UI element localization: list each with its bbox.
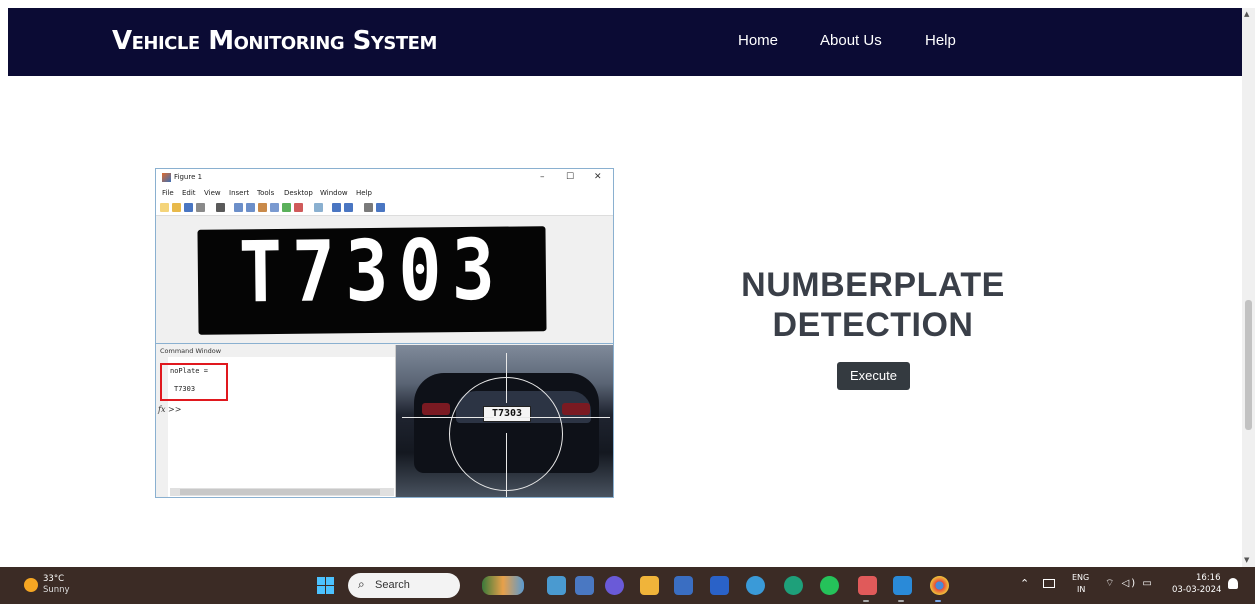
app-icon-2[interactable] bbox=[784, 576, 803, 595]
edge-icon[interactable] bbox=[746, 576, 765, 595]
figure-menu-window: Window bbox=[320, 189, 348, 197]
figure-menu-edit: Edit bbox=[182, 189, 196, 197]
colorbar-icon bbox=[332, 203, 341, 212]
zoom-out-icon bbox=[246, 203, 255, 212]
matlab-icon bbox=[162, 173, 171, 182]
figure-menu-file: File bbox=[162, 189, 174, 197]
zoom-in-icon bbox=[234, 203, 243, 212]
search-icon: ⌕ bbox=[358, 577, 365, 591]
chrome-indicator bbox=[935, 600, 941, 602]
windows-start-icon[interactable] bbox=[317, 577, 334, 594]
figure-titlebar: Figure 1 – ☐ ✕ bbox=[156, 169, 613, 187]
vscode-icon[interactable] bbox=[893, 576, 912, 595]
open-folder-icon bbox=[172, 203, 181, 212]
store-icon[interactable] bbox=[674, 576, 693, 595]
taskbar-search[interactable]: ⌕ Search bbox=[348, 573, 460, 598]
show-tools-icon bbox=[376, 203, 385, 212]
save-icon bbox=[184, 203, 193, 212]
xampp-icon[interactable] bbox=[858, 576, 877, 595]
chevron-up-icon[interactable]: ⌃ bbox=[1020, 577, 1029, 590]
mysql-icon[interactable] bbox=[710, 576, 729, 595]
left-taillight bbox=[422, 403, 450, 415]
figure-menubar: File Edit View Insert Tools Desktop Wind… bbox=[156, 187, 613, 200]
clock-time[interactable]: 16:16 bbox=[1196, 573, 1221, 583]
maximize-icon: ☐ bbox=[566, 172, 575, 182]
weather-condition[interactable]: Sunny bbox=[43, 585, 70, 595]
crosshair-right-line bbox=[518, 417, 610, 418]
command-hscrollbar bbox=[170, 488, 394, 496]
rotate-icon bbox=[270, 203, 279, 212]
matlab-figure-image: Figure 1 – ☐ ✕ File Edit View Insert Too… bbox=[155, 168, 614, 498]
figure-toolbar bbox=[156, 200, 613, 216]
figure-menu-view: View bbox=[204, 189, 221, 197]
vscode-indicator bbox=[898, 600, 904, 602]
pointer-icon bbox=[216, 203, 225, 212]
notification-bell-icon[interactable] bbox=[1228, 578, 1238, 589]
command-window: Command Window noPlate = T7303 fx >> bbox=[156, 345, 396, 497]
page-title-line2: DETECTION bbox=[772, 306, 974, 344]
search-label: Search bbox=[375, 579, 410, 591]
data-cursor-icon bbox=[282, 203, 291, 212]
sun-icon[interactable] bbox=[24, 578, 38, 592]
legend-icon bbox=[344, 203, 353, 212]
widgets-icon[interactable] bbox=[482, 576, 524, 595]
pan-icon bbox=[258, 203, 267, 212]
figure-menu-desktop: Desktop bbox=[284, 189, 313, 197]
scroll-thumb[interactable] bbox=[1245, 300, 1252, 430]
chrome-icon[interactable] bbox=[930, 576, 949, 595]
wifi-volume-battery-icons[interactable]: ⌔ ◁) ▭ bbox=[1105, 577, 1154, 590]
minimize-icon: – bbox=[540, 172, 545, 182]
xampp-indicator bbox=[863, 600, 869, 602]
language-line2[interactable]: IN bbox=[1077, 585, 1085, 594]
figure-menu-help: Help bbox=[356, 189, 372, 197]
binary-plate-text: T7303 bbox=[238, 220, 506, 322]
brand-logo[interactable]: Vehicle Monitoring System bbox=[112, 26, 437, 56]
print-icon bbox=[196, 203, 205, 212]
car-rear-image: T7303 bbox=[396, 345, 613, 497]
taskbar: 33°C Sunny ⌕ Search ⌃ ENG IN ⌔ ◁) ▭ 16:1… bbox=[0, 567, 1255, 604]
link-icon bbox=[314, 203, 323, 212]
brush-icon bbox=[294, 203, 303, 212]
crosshair-left-line bbox=[402, 417, 494, 418]
page-scrollbar[interactable]: ▲ ▼ bbox=[1242, 8, 1255, 567]
command-variable-line: noPlate = bbox=[170, 367, 208, 375]
language-line1[interactable]: ENG bbox=[1072, 573, 1089, 582]
figure-menu-tools: Tools bbox=[257, 189, 275, 197]
whatsapp-icon[interactable] bbox=[820, 576, 839, 595]
clock-date[interactable]: 03-03-2024 bbox=[1172, 585, 1221, 595]
execute-button[interactable]: Execute bbox=[837, 362, 910, 390]
meet-icon[interactable] bbox=[605, 576, 624, 595]
scroll-up-icon[interactable]: ▲ bbox=[1244, 10, 1249, 18]
page-title-line1: NUMBERPLATE bbox=[741, 266, 1005, 304]
app-icon-1[interactable] bbox=[547, 576, 566, 595]
command-prompt: fx >> bbox=[158, 405, 182, 414]
scroll-down-icon[interactable]: ▼ bbox=[1244, 556, 1249, 564]
crosshair-bottom-line bbox=[506, 433, 507, 497]
nav-help-link[interactable]: Help bbox=[925, 32, 956, 49]
figure-title: Figure 1 bbox=[174, 173, 203, 181]
file-explorer-icon[interactable] bbox=[640, 576, 659, 595]
crosshair-top-line bbox=[506, 353, 507, 403]
close-icon: ✕ bbox=[594, 172, 602, 182]
nav-about-link[interactable]: About Us bbox=[820, 32, 882, 49]
page: Vehicle Monitoring System Home About Us … bbox=[0, 0, 1255, 604]
page-title: NUMBERPLATE DETECTION bbox=[700, 265, 1046, 345]
figure-menu-insert: Insert bbox=[229, 189, 250, 197]
nav-home-link[interactable]: Home bbox=[738, 32, 778, 49]
command-value-line: T7303 bbox=[174, 385, 196, 393]
right-taillight bbox=[562, 403, 590, 415]
command-window-header: Command Window bbox=[156, 345, 395, 357]
hide-tools-icon bbox=[364, 203, 373, 212]
figure-axes: T7303 bbox=[156, 216, 613, 344]
weather-temp[interactable]: 33°C bbox=[43, 574, 64, 584]
binary-plate-image: T7303 bbox=[197, 221, 547, 335]
navbar: Vehicle Monitoring System Home About Us … bbox=[8, 8, 1242, 76]
new-file-icon bbox=[160, 203, 169, 212]
task-view-icon[interactable] bbox=[575, 576, 594, 595]
command-hscroll-thumb bbox=[180, 489, 380, 495]
keyboard-icon[interactable] bbox=[1043, 579, 1055, 588]
